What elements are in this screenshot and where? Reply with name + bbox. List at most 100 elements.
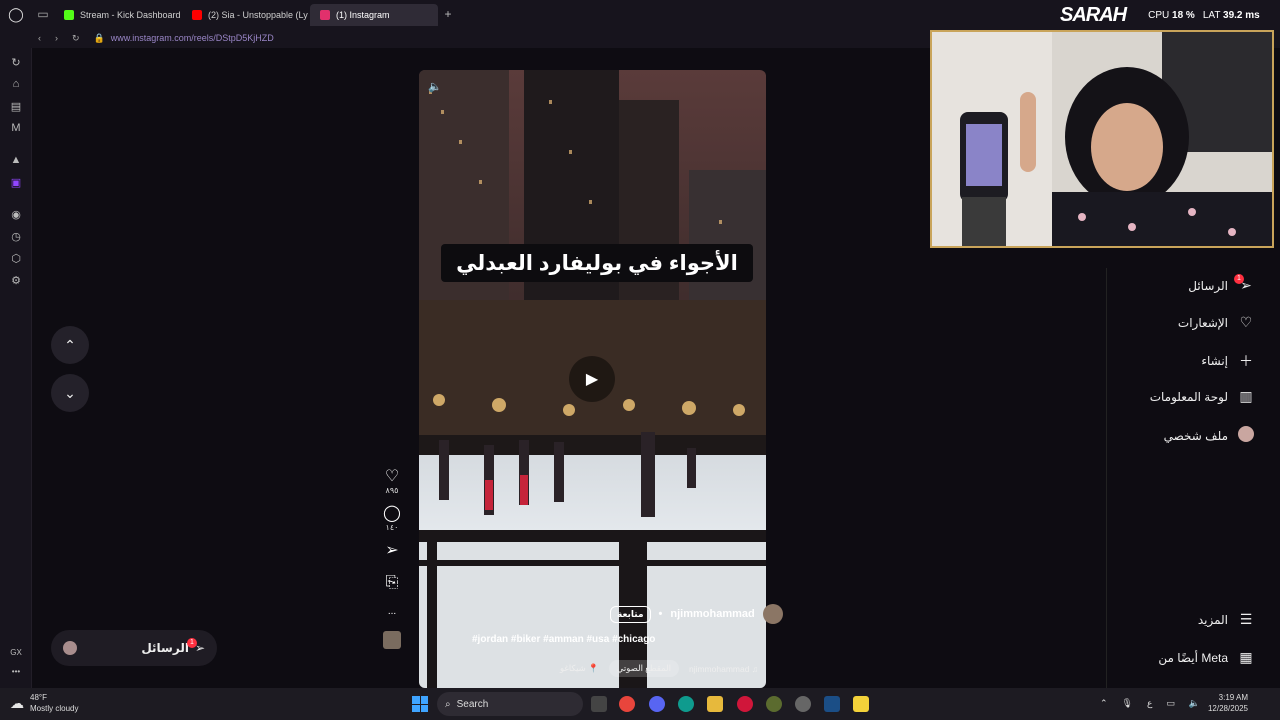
browser-sidebar: ↻ ⌂ ▤ M ▲ ▣ ◉ ◷ ⬡ ⚙ [0,48,32,688]
search-icon: ⌕ [445,698,451,710]
file-explorer-icon[interactable] [707,696,723,712]
avatar [63,641,77,655]
comment-count: ١٤٠ [385,523,399,532]
plus-icon: ＋ [1239,353,1253,369]
system-tray: ⌃ 🎙 ع ▭ 🔈 [1100,698,1200,709]
history-icon[interactable]: ◷ [8,228,24,244]
chrome-icon[interactable] [619,696,635,712]
sidebar-more-icon[interactable]: ••• [0,667,32,676]
edge-icon[interactable] [678,696,694,712]
kick-icon [64,10,74,20]
youtube-icon [192,10,202,20]
like-count: ٨٩٥ [385,486,399,495]
app-launcher-icon[interactable] [853,696,869,712]
microphone-icon[interactable]: 🎙 [1122,698,1133,709]
menu-item-create[interactable]: إنشاء ＋ [1201,351,1254,371]
forward-icon[interactable]: › [55,33,58,43]
app-icon[interactable] [766,696,782,712]
tab-instagram[interactable]: (1) Instagram [310,4,438,26]
caption-overlay-text: الأجواء في بوليفارد العبدلي [441,244,753,282]
tab-kick-dashboard[interactable]: Stream - Kick Dashboard [54,4,182,26]
cloud-icon: ☁ [10,694,24,711]
opera-gx-taskbar-icon[interactable] [737,696,753,712]
gx-corner-icon[interactable]: ⌂ [8,76,24,92]
network-icon[interactable]: ▭ [1166,698,1175,709]
volume-icon[interactable]: 🔈 [428,80,442,93]
extensions-icon[interactable]: ⬡ [8,250,24,266]
menu-item-notifications[interactable]: الإشعارات ♡ [1178,314,1254,331]
weather-widget[interactable]: ☁ 48°F Mostly cloudy [10,692,78,714]
windows-start-icon[interactable] [412,696,428,712]
streamer-webcam [930,30,1274,248]
dashboard-icon: ▥ [1239,388,1253,404]
hamburger-menu-icon: ☰ [1239,611,1253,627]
tab-manager-icon[interactable]: ▭ [32,7,54,21]
instagram-icon [320,10,330,20]
reel-actions: ♡ ٨٩٥ ◯ ١٤٠ ➢ ⎘ ... [380,466,404,649]
url-field[interactable]: www.instagram.com/reels/DStpD5KjHZD [111,33,274,43]
gx-control-icon[interactable]: ↻ [8,54,24,70]
menu-item-dashboard[interactable]: لوحة المعلومات ▥ [1150,388,1254,405]
stream-overlay-stats: SARAH CPU 18 % LAT 39.2 ms [1060,3,1260,26]
webcam-image [932,32,1272,246]
play-button[interactable]: ▶ [569,356,615,402]
chevron-up-icon: ⌃ [64,336,76,353]
reel-audio-row: شيكاغو 📍 المقطع الصوتي njimmohammad ♫ [560,660,758,677]
dot-separator: • [658,608,663,620]
task-view-icon[interactable] [591,696,607,712]
next-reel-button[interactable]: ⌄ [51,374,89,412]
author-avatar[interactable] [762,604,783,624]
lock-icon: 🔒 [93,32,105,43]
opera-gx-logo-icon[interactable]: ◯ [0,6,32,23]
reload-icon[interactable]: ↻ [72,33,80,44]
chevron-up-icon[interactable]: ⌃ [1100,698,1108,709]
clock[interactable]: 3:19 AM 12/28/2025 [1208,692,1248,714]
player-icon[interactable]: ◉ [8,206,24,222]
messages-pill-badge: 1 [187,638,197,648]
speaker-icon[interactable]: 🔈 [1189,698,1200,709]
comment-icon[interactable]: ◯ [380,503,404,523]
m-app-icon[interactable]: M [8,120,24,136]
chevron-down-icon: ⌄ [64,384,76,401]
menu-item-meta[interactable]: أيضًا من Meta ▦ [1158,649,1254,666]
reel-hashtags[interactable]: #jordan #biker #amman #usa #chicago [472,634,655,645]
more-options-icon[interactable]: ... [380,606,404,617]
windows-taskbar: ☁ 48°F Mostly cloudy ⌕ Search ⌃ 🎙 ع ▭ 🔈 … [0,688,1280,720]
tab-label: (1) Instagram [336,10,390,20]
save-bookmark-icon[interactable]: ⎘ [380,574,404,592]
new-tab-button[interactable]: + [438,7,458,21]
location-label[interactable]: شيكاغو 📍 [560,663,599,674]
cleaner-icon[interactable]: ▤ [8,98,24,114]
menu-item-profile[interactable]: ملف شخصي [1164,426,1254,445]
obs-icon[interactable] [795,696,811,712]
share-send-icon[interactable]: ➢ [380,540,404,560]
menu-item-more[interactable]: المزيد ☰ [1198,611,1254,628]
back-icon[interactable]: ‹ [38,33,41,43]
menu-item-messages[interactable]: الرسائل ➢ [1188,277,1254,294]
meta-apps-icon: ▦ [1239,649,1253,665]
reel-author-row: متابعة • njimmohammad [610,604,783,624]
tab-label: Stream - Kick Dashboard [80,10,181,20]
previous-reel-button[interactable]: ⌃ [51,326,89,364]
audio-pill[interactable]: المقطع الصوتي [608,660,679,677]
audio-author[interactable]: njimmohammad ♫ [689,664,758,674]
audio-thumbnail[interactable] [380,631,404,649]
like-heart-icon[interactable]: ♡ [380,466,404,486]
profile-avatar-icon [1238,426,1254,445]
steam-icon[interactable] [824,696,840,712]
music-note-icon: ♫ [751,663,759,674]
messages-pill-button[interactable]: الرسائل ➢ [51,630,217,666]
follow-button[interactable]: متابعة [610,605,651,623]
taskbar-search[interactable]: ⌕ Search [437,692,583,716]
tab-label: (2) Sia - Unstoppable (Ly [208,10,308,20]
messages-badge: 1 [1234,274,1244,284]
author-username[interactable]: njimmohammad [670,608,754,620]
gx-label: GX ••• [0,648,32,676]
app-a-icon[interactable]: ▲ [8,152,24,168]
language-indicator[interactable]: ع [1147,698,1152,709]
heart-icon: ♡ [1239,314,1253,330]
tab-youtube-sia[interactable]: (2) Sia - Unstoppable (Ly [182,4,310,26]
discord-icon[interactable] [649,696,665,712]
settings-gear-icon[interactable]: ⚙ [8,272,24,288]
twitch-icon[interactable]: ▣ [8,174,24,190]
